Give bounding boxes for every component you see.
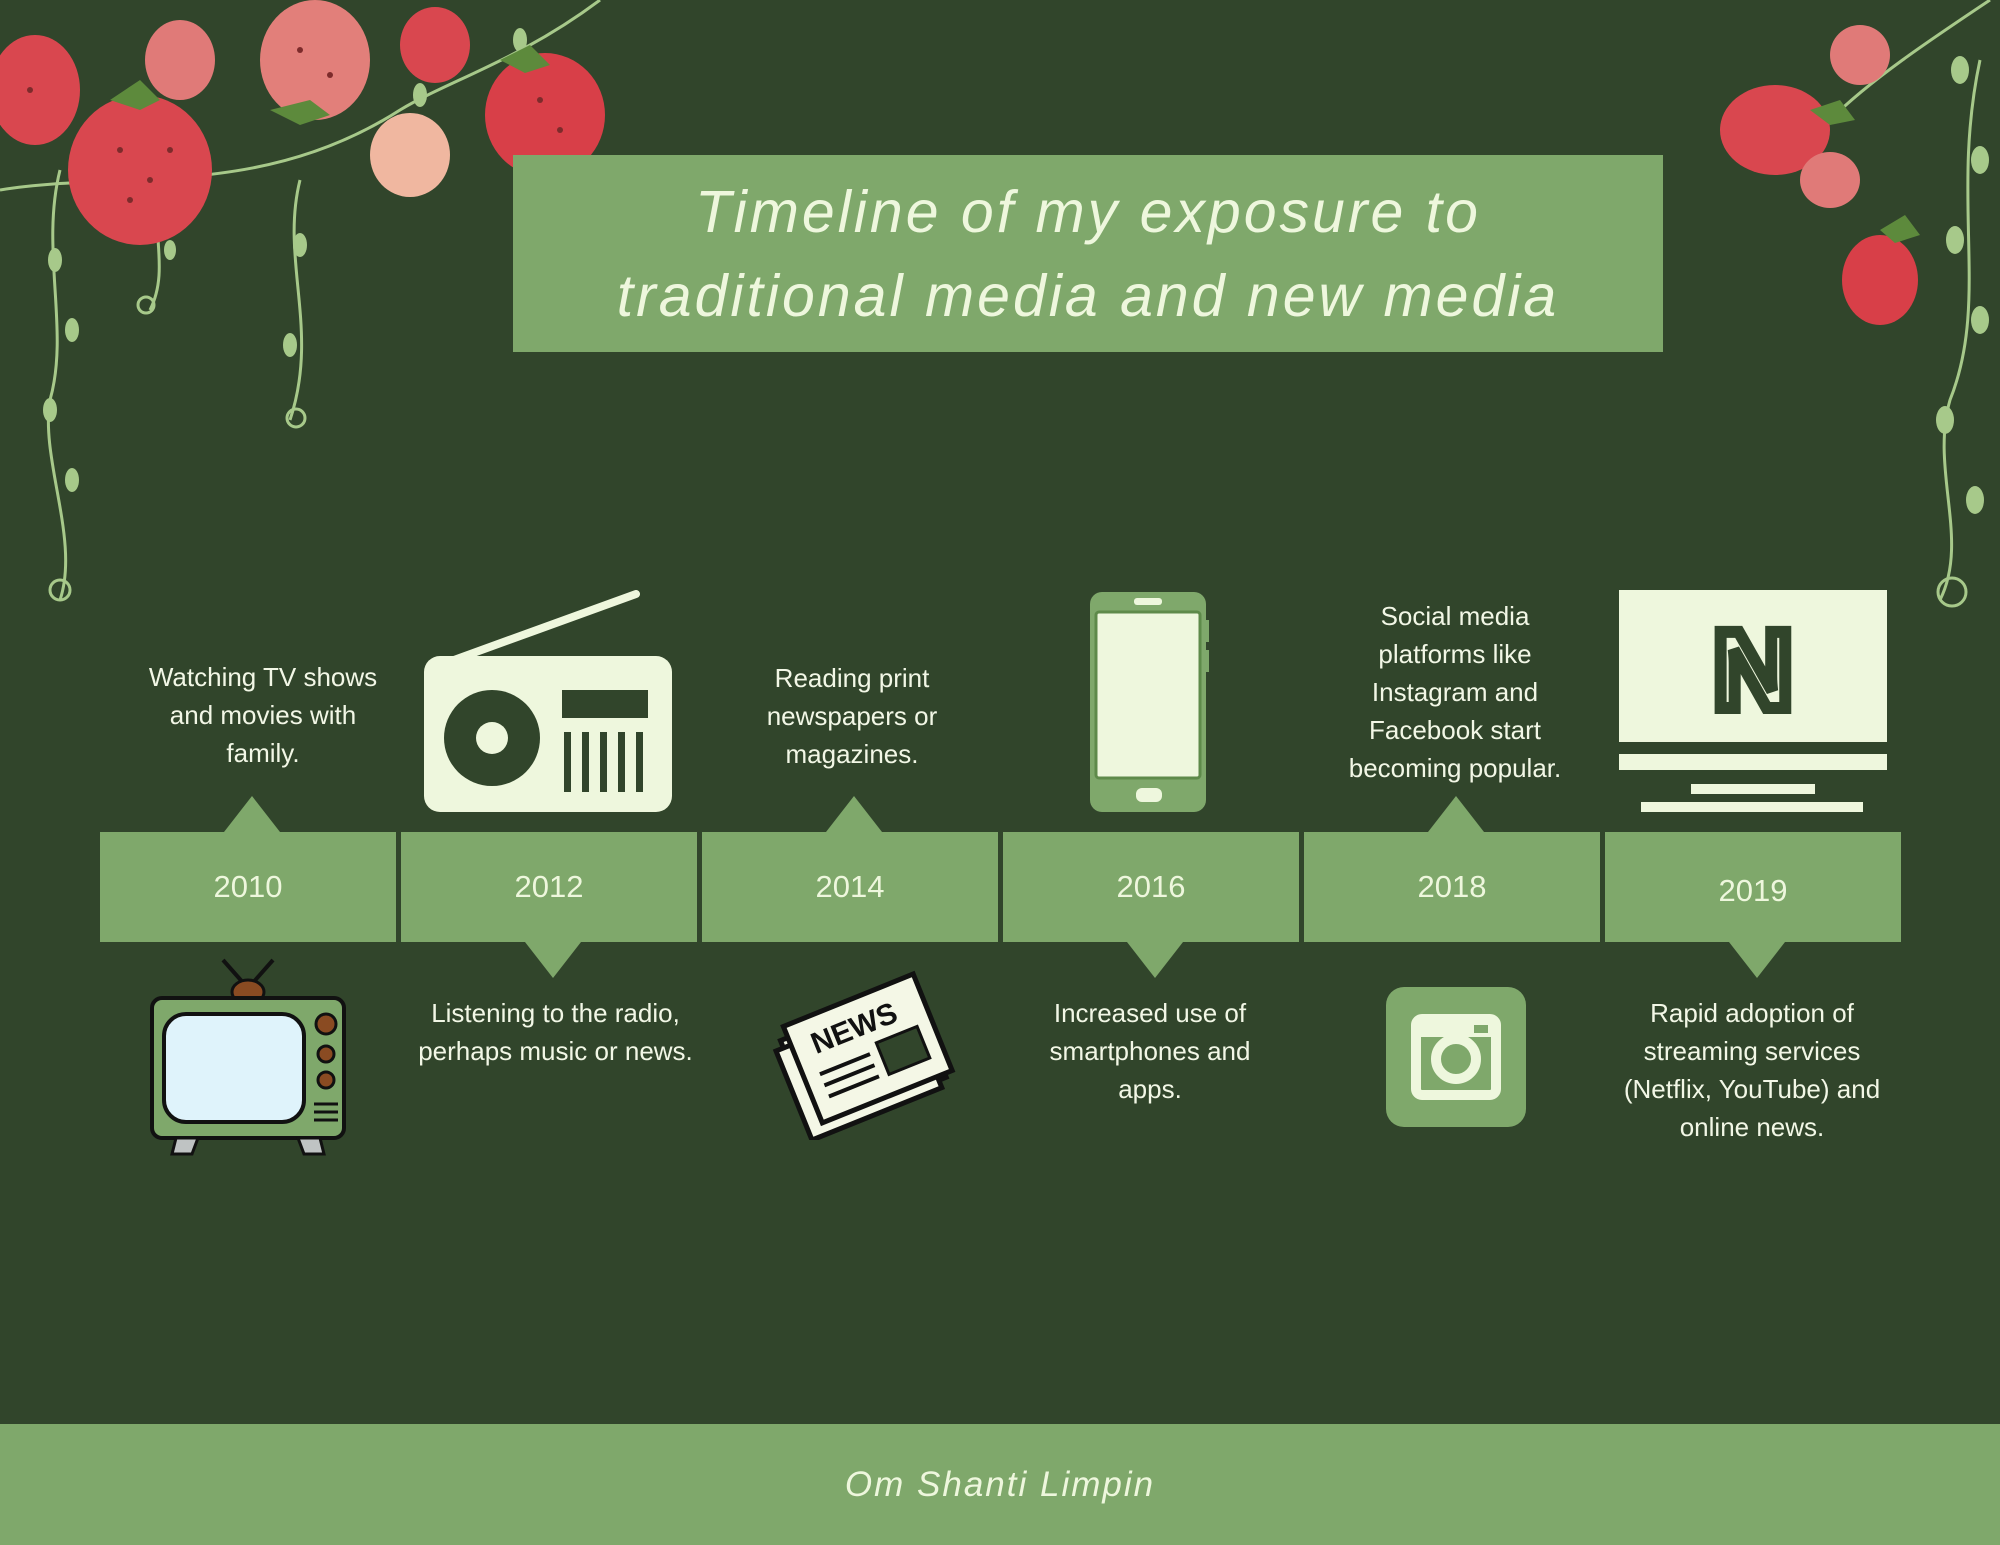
footer-banner: Om Shanti Limpin xyxy=(0,1424,2000,1545)
year-label: 2012 xyxy=(514,869,584,904)
title-line-2: traditional media and new media xyxy=(616,262,1560,329)
timeline-infographic: Timeline of my exposure to traditional m… xyxy=(0,0,2000,1545)
timeline-segment-2016: 2016 xyxy=(1003,832,1299,942)
netflix-tv-icon: N xyxy=(1619,590,1887,812)
author-name: Om Shanti Limpin xyxy=(844,1464,1156,1504)
pointer-down-2019 xyxy=(1729,942,1785,978)
pointer-down-2012 xyxy=(525,942,581,978)
title-banner: Timeline of my exposure to traditional m… xyxy=(513,155,1663,352)
year-label: 2014 xyxy=(815,869,885,904)
description-2016: Increased use of smartphones and apps. xyxy=(1049,998,1251,1104)
timeline-segment-2018: 2018 xyxy=(1304,832,1600,942)
pointer-up-2018 xyxy=(1428,796,1484,832)
timeline-segment-2010: 2010 xyxy=(100,832,396,942)
timeline-segment-2019: 2019 xyxy=(1605,832,1901,942)
netflix-icon-text: N xyxy=(1713,609,1792,732)
pointer-up-2010 xyxy=(224,796,280,832)
description-2014: Reading print newspapers or magazines. xyxy=(766,663,938,769)
radio-icon xyxy=(424,590,672,812)
year-label: 2010 xyxy=(213,869,283,904)
pointer-down-2016 xyxy=(1127,942,1183,978)
newspaper-icon: NEWS xyxy=(772,970,956,1140)
strawberry-vine-decoration-right xyxy=(1720,0,1991,608)
instagram-icon xyxy=(1386,987,1526,1127)
pointer-up-2014 xyxy=(826,796,882,832)
description-2012: Listening to the radio, perhaps music or… xyxy=(418,998,693,1066)
title-line-1: Timeline of my exposure to xyxy=(695,178,1481,245)
year-label: 2018 xyxy=(1417,869,1487,904)
timeline-segment-2012: 2012 xyxy=(401,832,697,942)
year-label: 2019 xyxy=(1718,873,1788,908)
timeline-segment-2014: 2014 xyxy=(702,832,998,942)
description-2019: Rapid adoption of streaming services (Ne… xyxy=(1623,998,1881,1142)
description-2010: Watching TV shows and movies with family… xyxy=(148,662,378,768)
year-label: 2016 xyxy=(1116,869,1186,904)
smartphone-icon xyxy=(1090,592,1209,812)
tv-icon xyxy=(150,958,346,1156)
description-2018: Social media platforms like Instagram an… xyxy=(1348,601,1562,783)
